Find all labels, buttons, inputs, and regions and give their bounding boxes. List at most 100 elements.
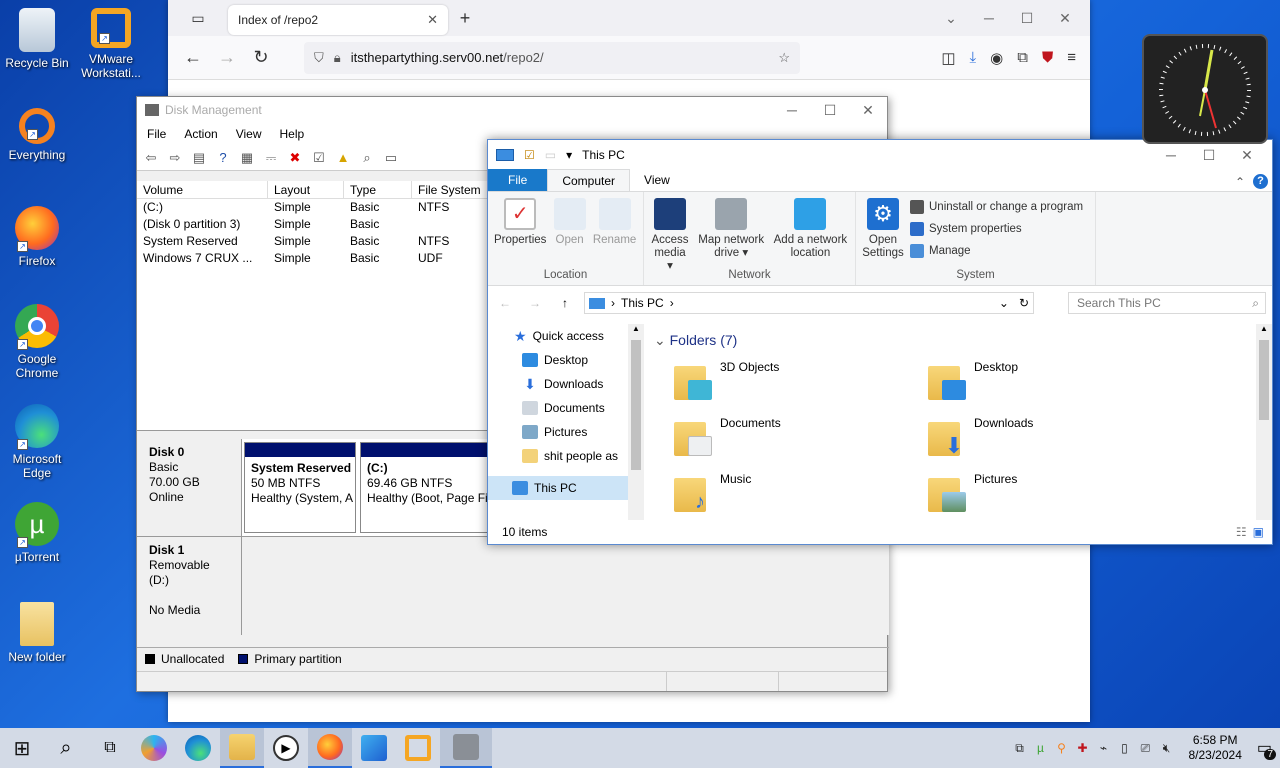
column-type[interactable]: Type [344,181,412,198]
nav-documents[interactable]: Documents📌︎ [488,396,644,420]
pocket-icon[interactable]: ◫ [941,49,955,67]
new-tab-icon[interactable]: + [448,8,482,29]
new-folder-icon[interactable]: ▭ [545,148,556,162]
back-icon[interactable]: ← [176,47,210,68]
battery-icon[interactable]: ▯ [1117,741,1131,755]
notifications-icon[interactable]: ▭ 7 [1257,738,1276,760]
nav-scrollbar[interactable]: ▲ [628,324,644,520]
desktop-icon-vmware[interactable]: ↗ VMware Workstati... [74,8,148,80]
download-icon[interactable]: ⤓ [970,49,977,67]
everything-tray-icon[interactable]: ⚲ [1054,741,1068,755]
network-icon[interactable]: ⎚ [1138,741,1152,755]
disk-0-label[interactable]: Disk 0 Basic 70.00 GB Online [137,439,242,536]
details-view-icon[interactable]: ☷ [1236,525,1247,539]
usb-icon[interactable]: ⌁ [1096,741,1110,755]
back-icon[interactable]: ⇦ [143,150,159,166]
nav-folder[interactable]: shit people as📌︎ [488,444,644,468]
menu-icon[interactable]: ≡ [1067,49,1076,67]
maximize-icon[interactable]: ☐ [1008,10,1046,27]
taskbar-disk-management[interactable] [440,728,492,768]
start-button[interactable]: ⊞ [0,728,44,768]
search-icon[interactable]: ⌕ [359,150,375,166]
search-input[interactable]: Search This PC ⌕ [1068,292,1266,314]
maximize-icon[interactable]: ☐ [1190,147,1228,164]
account-icon[interactable]: ◉ [990,49,1003,67]
reload-icon[interactable]: ↻ [244,47,278,68]
bookmark-star-icon[interactable]: ☆ [778,50,790,66]
task-view-button[interactable]: ⧉ [88,728,132,768]
open-settings-button[interactable]: ⚙ Open Settings [862,196,904,262]
menu-file[interactable]: File [147,127,166,141]
taskbar-clock[interactable]: 6:58 PM 8/23/2024 [1188,733,1241,763]
nav-quick-access[interactable]: ★ Quick access [488,324,644,348]
system-properties-button[interactable]: System properties [910,218,1083,240]
tab-file[interactable]: File [488,169,548,191]
content-scrollbar[interactable]: ▲ [1256,324,1272,520]
disk-1-label[interactable]: Disk 1 Removable (D:) No Media [137,537,242,635]
list-view-icon[interactable]: ▤ [191,150,207,166]
uninstall-button[interactable]: Uninstall or change a program [910,196,1083,218]
url-bar[interactable]: ⛉ 🔒︎ itsthepartything.serv00.net/repo2/ … [304,41,800,74]
menu-action[interactable]: Action [184,127,217,141]
folders-group-header[interactable]: ⌄ Folders (7) [648,324,1256,357]
forward-icon[interactable]: → [524,296,546,310]
desktop-icon-new-folder[interactable]: New folder [0,602,74,664]
desktop-icon-utorrent[interactable]: µ ↗ µTorrent [0,502,74,564]
nav-downloads[interactable]: ⬇Downloads📌︎ [488,372,644,396]
close-icon[interactable]: ✕ [1046,10,1084,27]
utorrent-tray-icon[interactable]: µ [1033,741,1047,755]
column-file-system[interactable]: File System [412,181,492,198]
map-drive-button[interactable]: Map network drive ▾ [697,196,765,260]
minimize-icon[interactable]: ─ [773,102,811,119]
desktop-icon-everything[interactable]: ↗ Everything [0,108,74,162]
delete-icon[interactable]: ✖ [287,150,303,166]
tab-view[interactable]: View [630,169,684,191]
taskbar-edge[interactable] [176,728,220,768]
folder-up-icon[interactable]: ▲ [335,150,351,166]
tab-computer[interactable]: Computer [547,169,631,191]
extensions-icon[interactable]: ⧉ [1017,49,1028,67]
qat-dropdown-icon[interactable]: ▾ [566,148,572,162]
open-button[interactable]: Open [553,196,586,247]
taskbar-app[interactable] [352,728,396,768]
menu-help[interactable]: Help [280,127,305,141]
address-bar[interactable]: › This PC › ⌄ ↻ [584,292,1034,314]
desktop-icon-recycle-bin[interactable]: Recycle Bin [0,8,74,70]
nav-this-pc[interactable]: This PC [488,476,628,500]
desktop-icon-edge[interactable]: ↗ Microsoft Edge [0,404,74,480]
help-icon[interactable]: ? [1253,174,1268,189]
volume-muted-icon[interactable]: 🔇︎ [1159,741,1173,755]
column-volume[interactable]: Volume [137,181,268,198]
manage-button[interactable]: Manage [910,240,1083,262]
quick-properties-icon[interactable]: ☑ [524,148,535,162]
tab-close-icon[interactable]: ✕ [427,12,438,28]
properties-icon[interactable]: ▭ [383,150,399,166]
close-icon[interactable]: ✕ [1228,147,1266,164]
column-layout[interactable]: Layout [268,181,344,198]
large-icons-view-icon[interactable]: ▣ [1253,525,1264,539]
clock-gadget[interactable] [1142,34,1268,144]
access-media-button[interactable]: Access media ▾ [650,196,690,273]
tab-overview-icon[interactable]: ▭ [168,10,228,27]
folder-item[interactable]: 3D Objects [672,360,922,410]
properties-button[interactable]: ✓ Properties [494,196,546,247]
folder-item[interactable]: Pictures [926,472,1176,522]
up-icon[interactable]: ↑ [554,296,576,310]
forward-icon[interactable]: → [210,47,244,68]
tab-list-icon[interactable]: ⌄ [932,10,970,27]
nav-desktop[interactable]: Desktop📌︎ [488,348,644,372]
details-icon[interactable]: ▦ [239,150,255,166]
browser-tab-active[interactable]: Index of /repo2 ✕ [228,5,448,35]
desktop-icon-firefox[interactable]: ↗ Firefox [0,206,74,268]
help-icon[interactable]: ? [215,150,231,166]
taskbar-copilot[interactable] [132,728,176,768]
taskbar-file-explorer[interactable] [220,728,264,768]
menu-view[interactable]: View [236,127,262,141]
nav-pictures[interactable]: Pictures📌︎ [488,420,644,444]
minimize-icon[interactable]: ─ [970,10,1008,27]
ribbon-collapse-icon[interactable]: ⌃ [1235,175,1245,189]
security-icon[interactable]: ✚ [1075,741,1089,755]
maximize-icon[interactable]: ☐ [811,102,849,119]
ublock-icon[interactable]: ⛊ [1042,49,1053,67]
copy-icon[interactable]: ⧉ [1012,741,1026,755]
